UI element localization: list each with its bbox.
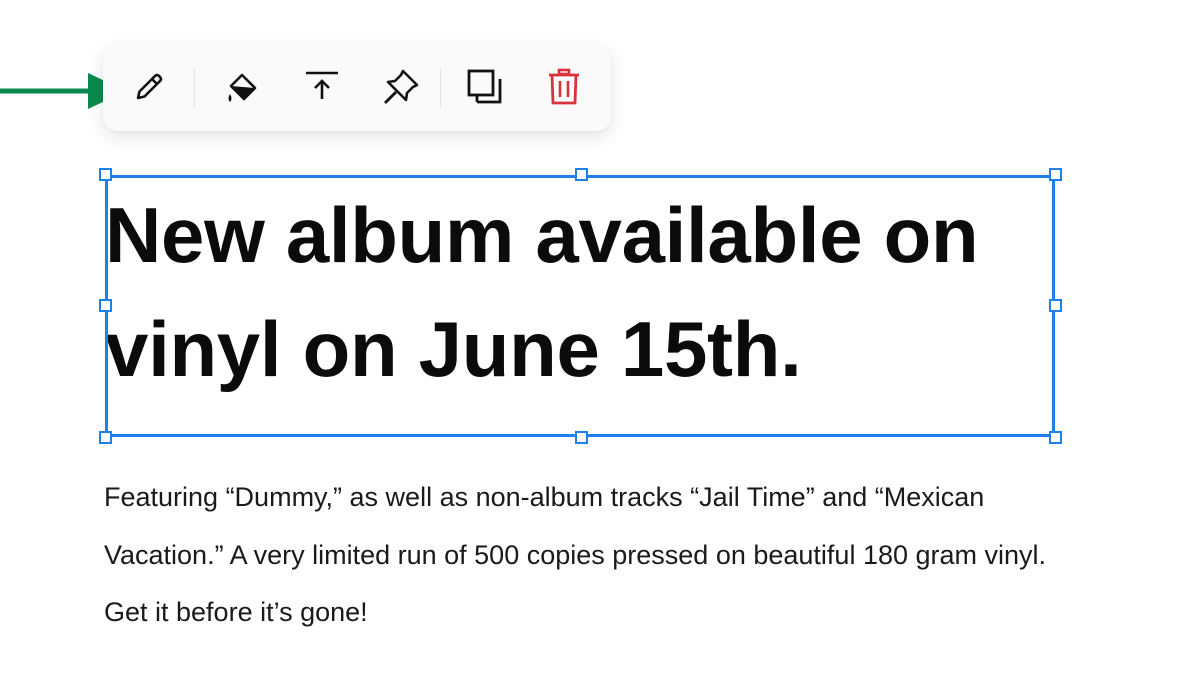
resize-handle-middle-right[interactable] xyxy=(1049,299,1062,312)
pin-button[interactable] xyxy=(378,64,424,110)
resize-handle-top-right[interactable] xyxy=(1049,168,1062,181)
description-paragraph: Featuring “Dummy,” as well as non-album … xyxy=(104,482,1047,627)
copy-icon xyxy=(467,69,502,104)
element-toolbar xyxy=(103,44,611,131)
pencil-icon xyxy=(136,73,163,100)
resize-handle-middle-left[interactable] xyxy=(99,299,112,312)
delete-button[interactable] xyxy=(541,64,587,110)
resize-handle-bottom-left[interactable] xyxy=(99,431,112,444)
paint-bucket-icon xyxy=(228,73,257,102)
move-to-top-button[interactable] xyxy=(299,64,345,110)
resize-handle-bottom-center[interactable] xyxy=(575,431,588,444)
fill-color-button[interactable] xyxy=(219,64,265,110)
duplicate-button[interactable] xyxy=(462,64,508,110)
toolbar-divider xyxy=(440,69,441,107)
trash-icon xyxy=(549,68,579,105)
edit-button[interactable] xyxy=(126,64,172,110)
resize-handle-top-left[interactable] xyxy=(99,168,112,181)
pushpin-icon xyxy=(384,69,419,104)
resize-handle-top-center[interactable] xyxy=(575,168,588,181)
selection-frame[interactable] xyxy=(105,175,1055,437)
resize-handle-bottom-right[interactable] xyxy=(1049,431,1062,444)
arrow-up-to-line-icon xyxy=(306,71,338,99)
toolbar-divider xyxy=(194,69,195,107)
